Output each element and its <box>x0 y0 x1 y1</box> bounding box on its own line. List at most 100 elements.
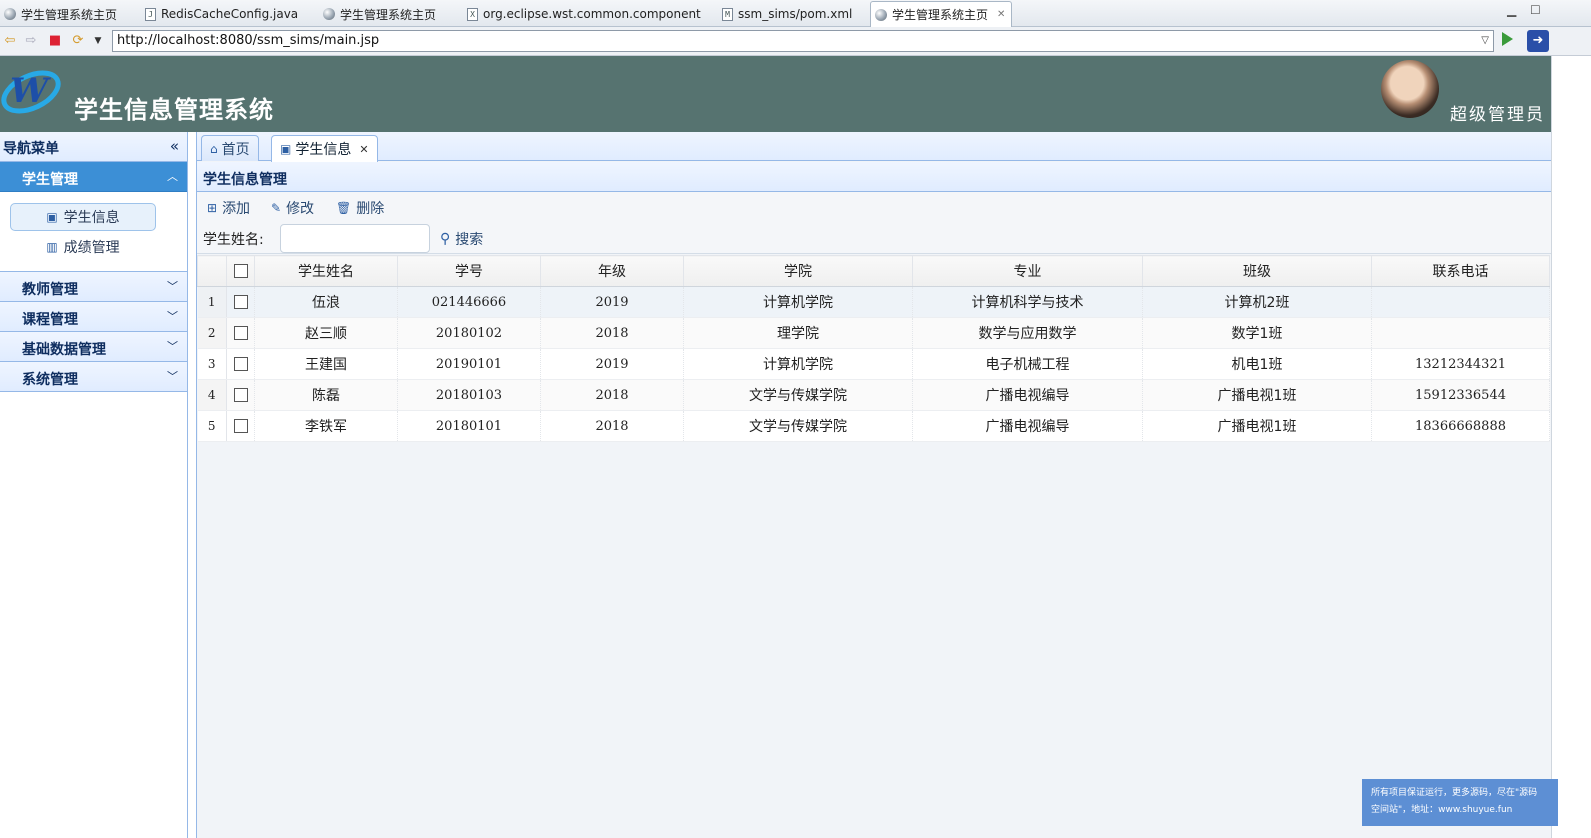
sidebar: 导航菜单 « 学生管理 ︿ ▣ 学生信息 ▥ 成绩管理 教师管理 ﹀ 课程管理 … <box>0 132 188 838</box>
user-role: 超级管理员 <box>1450 105 1545 125</box>
cell-class: 机电1班 <box>1142 348 1372 380</box>
globe-icon <box>875 8 887 21</box>
chevron-down-icon: ﹀ <box>167 370 178 383</box>
table-row[interactable]: 3 王建国 20190101 2019 计算机学院 电子机械工程 机电1班 13… <box>197 348 1550 380</box>
maximize-icon[interactable]: ☐ <box>1530 3 1541 17</box>
editor-tab[interactable]: 学生管理系统主页 <box>321 2 436 26</box>
column-header[interactable]: 学生姓名 <box>254 255 398 287</box>
editor-tab-active[interactable]: 学生管理系统主页 ✕ <box>870 1 1013 27</box>
plus-icon: ⊞ <box>207 201 218 215</box>
editor-tab[interactable]: 学生管理系统主页 <box>2 2 117 26</box>
delete-button[interactable]: 🗑 删除 <box>336 198 384 218</box>
add-button[interactable]: ⊞ 添加 <box>207 198 250 218</box>
svg-text:W: W <box>10 71 51 111</box>
url-input[interactable]: http://localhost:8080/ssm_sims/main.jsp … <box>112 30 1494 52</box>
row-select-cell <box>226 410 255 442</box>
column-header[interactable]: 联系电话 <box>1371 255 1550 287</box>
cell-class: 数学1班 <box>1142 317 1372 349</box>
editor-tab[interactable]: M ssm_sims/pom.xml <box>720 2 852 26</box>
globe-icon <box>323 8 335 20</box>
row-checkbox[interactable] <box>233 419 248 433</box>
external-browser-icon[interactable]: ➜ <box>1527 30 1549 52</box>
cell-phone: 18366668888 <box>1371 410 1550 442</box>
tab-student-info[interactable]: ▣ 学生信息 ✕ <box>271 135 378 162</box>
sidebar-item-student-info[interactable]: ▣ 学生信息 <box>10 203 156 231</box>
cell-phone: 13212344321 <box>1371 348 1550 380</box>
chevron-down-icon[interactable]: ▼ <box>90 33 106 49</box>
student-name-input[interactable] <box>280 224 430 253</box>
table-row[interactable]: 5 李铁军 20180101 2018 文学与传媒学院 广播电视编导 广播电视1… <box>197 410 1550 442</box>
table-row[interactable]: 1 伍浪 021446666 2019 计算机学院 计算机科学与技术 计算机2班 <box>197 286 1550 318</box>
home-icon: ⌂ <box>210 141 218 156</box>
edit-button[interactable]: ✎ 修改 <box>271 198 314 218</box>
refresh-icon[interactable]: ⟳ <box>70 33 86 49</box>
app-title: 学生信息管理系统 <box>74 96 274 124</box>
chevron-down-icon: ﹀ <box>167 280 178 293</box>
sidebar-group-teacher[interactable]: 教师管理 ﹀ <box>0 272 187 302</box>
cell-college: 理学院 <box>683 317 913 349</box>
select-all-checkbox[interactable] <box>233 264 248 278</box>
sidebar-group-basedata[interactable]: 基础数据管理 ﹀ <box>0 332 187 362</box>
minimize-icon[interactable]: ▁ <box>1507 3 1516 17</box>
editor-tab-bar: 学生管理系统主页 J RedisCacheConfig.java 学生管理系统主… <box>0 0 1591 27</box>
row-checkbox[interactable] <box>233 295 248 309</box>
cell-id: 20180103 <box>397 379 541 411</box>
go-icon[interactable] <box>1502 32 1513 46</box>
maven-file-icon: M <box>722 7 733 21</box>
table-row[interactable]: 2 赵三顺 20180102 2018 理学院 数学与应用数学 数学1班 <box>197 317 1550 349</box>
cell-name: 陈磊 <box>254 379 398 411</box>
row-number: 5 <box>197 410 227 442</box>
close-icon[interactable]: ✕ <box>359 143 368 156</box>
tab-home[interactable]: ⌂ 首页 <box>201 135 259 161</box>
column-header[interactable]: 专业 <box>912 255 1143 287</box>
cell-class: 计算机2班 <box>1142 286 1372 318</box>
cell-class: 广播电视1班 <box>1142 410 1372 442</box>
row-checkbox[interactable] <box>233 388 248 402</box>
editor-tab[interactable]: X org.eclipse.wst.common.component <box>465 2 701 26</box>
close-icon[interactable]: ✕ <box>997 9 1005 20</box>
column-header[interactable]: 学院 <box>683 255 913 287</box>
collapse-left-icon[interactable]: « <box>170 137 179 155</box>
row-number: 3 <box>197 348 227 380</box>
cell-name: 伍浪 <box>254 286 398 318</box>
search-label: 学生姓名: <box>203 232 264 248</box>
row-select-cell <box>226 348 255 380</box>
sidebar-group-system[interactable]: 系统管理 ﹀ <box>0 362 187 392</box>
cell-grade: 2019 <box>540 348 684 380</box>
forward-icon[interactable]: ⇨ <box>23 33 39 49</box>
cell-major: 广播电视编导 <box>912 410 1143 442</box>
stop-icon[interactable]: ■ <box>47 33 63 49</box>
cell-grade: 2018 <box>540 410 684 442</box>
cell-name: 王建国 <box>254 348 398 380</box>
cell-grade: 2018 <box>540 317 684 349</box>
chevron-down-icon: ﹀ <box>167 340 178 353</box>
avatar[interactable] <box>1381 60 1439 118</box>
globe-icon <box>4 8 16 20</box>
cell-id: 021446666 <box>397 286 541 318</box>
sidebar-group-course[interactable]: 课程管理 ﹀ <box>0 302 187 332</box>
row-checkbox[interactable] <box>233 326 248 340</box>
column-header[interactable]: 年级 <box>540 255 684 287</box>
column-header[interactable]: 学号 <box>397 255 541 287</box>
sidebar-item-grades[interactable]: ▥ 成绩管理 <box>10 233 156 261</box>
editor-tab[interactable]: J RedisCacheConfig.java <box>143 2 298 26</box>
cell-phone <box>1371 286 1550 318</box>
cell-major: 电子机械工程 <box>912 348 1143 380</box>
row-number: 1 <box>197 286 227 318</box>
logo-icon: W <box>1 70 61 114</box>
java-file-icon: J <box>145 7 156 21</box>
table-row[interactable]: 4 陈磊 20180103 2018 文学与传媒学院 广播电视编导 广播电视1班… <box>197 379 1550 411</box>
table-header: 学生姓名 学号 年级 学院 专业 班级 联系电话 <box>197 255 1550 287</box>
search-button[interactable]: ⚲ 搜索 <box>440 229 483 249</box>
row-checkbox[interactable] <box>233 357 248 371</box>
column-header[interactable]: 班级 <box>1142 255 1372 287</box>
back-icon[interactable]: ⇦ <box>2 33 18 49</box>
row-select-cell <box>226 379 255 411</box>
cell-phone <box>1371 317 1550 349</box>
main-area: ⌂ 首页 ▣ 学生信息 ✕ 学生信息管理 ⊞ 添加 ✎ 修改 🗑 删除 学生姓名… <box>196 132 1552 838</box>
chevron-down-icon[interactable]: ▽ <box>1481 31 1489 51</box>
bar-chart-icon: ▥ <box>46 240 58 254</box>
cell-class: 广播电视1班 <box>1142 379 1372 411</box>
sidebar-group-student[interactable]: 学生管理 ︿ <box>0 162 187 192</box>
cell-major: 数学与应用数学 <box>912 317 1143 349</box>
